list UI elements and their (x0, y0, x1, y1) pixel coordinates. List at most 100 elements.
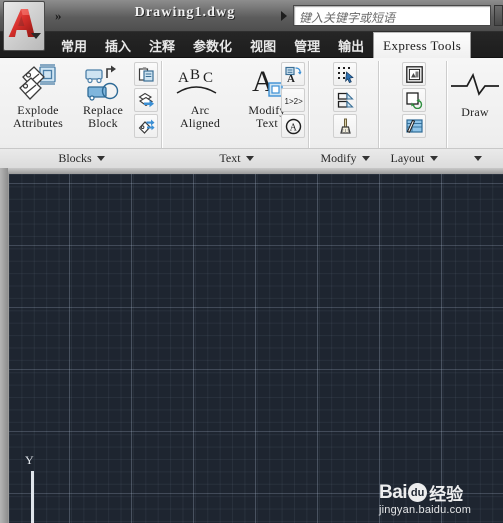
multiple-object-select-icon (337, 66, 354, 83)
baidu-jingyan-watermark: Bai du 经验 jingyan.baidu.com (379, 481, 499, 521)
title-bar: » Drawing1.dwg 键入关键字或短语 (0, 0, 503, 51)
ucs-y-axis-line (31, 471, 34, 523)
draw-break-line-button[interactable]: Draw (443, 64, 503, 119)
tab-express-tools[interactable]: Express Tools (373, 32, 472, 58)
panel-text: A B C Arc Aligned A Modify Text A 1>2> A… (163, 58, 310, 168)
tab-label: 插入 (105, 38, 132, 54)
chevron-down-icon (245, 156, 254, 161)
convert-to-mtext-button[interactable]: A (281, 62, 305, 86)
flatten-objects-icon (339, 118, 351, 134)
svg-text:A: A (289, 122, 297, 133)
break-line-symbol-icon (443, 64, 503, 106)
explode-attributes-button[interactable]: Explode Attributes (6, 62, 70, 130)
chevron-down-icon (96, 156, 105, 161)
panel-layout: Layout (380, 58, 448, 168)
tab-label: 注释 (149, 38, 176, 54)
export-attributes-button[interactable] (134, 88, 158, 112)
panel-label-text: Text (219, 151, 241, 165)
svg-text:B: B (190, 67, 200, 83)
flatten-objects-button[interactable] (333, 114, 357, 138)
button-label-line2: Aligned (179, 116, 221, 130)
tab-label: 视图 (250, 38, 277, 54)
tab-label: Express Tools (383, 37, 462, 53)
svg-text:C: C (203, 70, 213, 86)
panel-modify: Modify (310, 58, 380, 168)
baidu-paw-icon: du (408, 483, 428, 502)
align-space-viewport-button[interactable] (402, 62, 426, 86)
tab-output[interactable]: 输出 (329, 32, 373, 58)
tab-label: 管理 (294, 38, 321, 54)
watermark-suffix: 经验 (429, 485, 464, 504)
panel-draw: Draw (448, 58, 503, 168)
tab-insert[interactable]: 插入 (96, 32, 140, 58)
tab-label: 常用 (61, 38, 88, 54)
tab-view[interactable]: 视图 (241, 32, 285, 58)
grid-major-lines (9, 174, 503, 523)
tab-parametric[interactable]: 参数化 (184, 32, 241, 58)
extended-trim-button[interactable] (333, 88, 357, 112)
tab-label: 输出 (338, 38, 365, 54)
ucs-icon: Y (23, 453, 63, 523)
svg-text:A: A (287, 73, 295, 83)
text-small-button-column: A 1>2>3 A (281, 62, 305, 140)
search-input[interactable]: 键入关键字或短语 (293, 5, 491, 26)
arc-aligned-text-icon: A B C (168, 62, 232, 104)
panel-label-blocks[interactable]: Blocks (0, 148, 163, 168)
sync-viewports-button[interactable] (402, 88, 426, 112)
search-dropdown-button[interactable] (494, 5, 503, 26)
multiple-object-select-button[interactable] (333, 62, 357, 86)
blocks-small-button-column (134, 62, 158, 140)
panel-label-modify[interactable]: Modify (310, 148, 380, 168)
modify-small-button-column (333, 62, 357, 140)
panel-label-text: Modify (320, 151, 357, 165)
ribbon: Explode Attributes Replace Block Blocks … (0, 58, 503, 168)
svg-text:1>2>3: 1>2>3 (284, 97, 303, 106)
automatic-numbering-icon: 1>2>3 (284, 97, 303, 106)
chevron-down-icon (361, 156, 370, 161)
tab-label: 参数化 (193, 38, 233, 54)
enclose-text-icon: A (285, 118, 301, 134)
replace-block-icon (71, 62, 135, 104)
import-attributes-button[interactable] (134, 114, 158, 138)
canvas-left-gutter[interactable] (0, 168, 8, 523)
chevron-down-icon (474, 156, 482, 161)
title-dropdown-icon[interactable] (281, 11, 287, 21)
list-viewport-scale-button[interactable] (402, 114, 426, 138)
replace-block-button[interactable]: Replace Block (71, 62, 135, 130)
panel-label-text: Layout (390, 151, 425, 165)
tab-home[interactable]: 常用 (52, 32, 96, 58)
panel-label-draw[interactable] (448, 148, 503, 168)
enclose-text-button[interactable]: A (281, 114, 305, 138)
tab-annotate[interactable]: 注释 (140, 32, 184, 58)
panel-label-layout[interactable]: Layout (380, 148, 448, 168)
document-title: Drawing1.dwg (134, 5, 236, 20)
layout-small-button-column (402, 62, 426, 140)
copy-nested-objects-button[interactable] (134, 62, 158, 86)
svg-text:A: A (178, 70, 189, 86)
autocad-application-window: » Drawing1.dwg 键入关键字或短语 常用 插入 注释 参数化 视图 管理 输出 E… (0, 0, 503, 523)
watermark-brand: Bai (379, 481, 408, 503)
import-attributes-icon (138, 119, 155, 134)
align-space-viewport-icon (405, 65, 423, 83)
watermark-url: jingyan.baidu.com (379, 504, 472, 516)
application-menu-button[interactable] (3, 1, 45, 51)
chevron-down-icon (429, 156, 438, 161)
button-label-line1: Draw (461, 105, 489, 119)
quick-access-toolbar-overflow[interactable]: » (55, 8, 61, 24)
ucs-y-axis-label: Y (25, 453, 34, 467)
arc-aligned-text-button[interactable]: A B C Arc Aligned (168, 62, 232, 130)
application-menu-caret-icon (31, 33, 41, 39)
panel-blocks: Explode Attributes Replace Block Blocks (0, 58, 163, 168)
convert-to-mtext-icon: A (284, 66, 302, 83)
panel-label-text[interactable]: Text (163, 148, 310, 168)
explode-attributes-icon (6, 62, 70, 104)
automatic-numbering-button[interactable]: 1>2>3 (281, 88, 305, 112)
copy-nested-objects-icon (138, 66, 154, 82)
drawing-canvas[interactable]: Y Bai du 经验 jingyan.baidu.com (9, 174, 503, 523)
search-placeholder: 键入关键字或短语 (299, 11, 396, 25)
list-viewport-scale-icon (405, 118, 423, 133)
tab-manage[interactable]: 管理 (285, 32, 329, 58)
drawing-area-frame: Y Bai du 经验 jingyan.baidu.com (0, 168, 503, 523)
panel-label-text: Blocks (58, 151, 92, 165)
sync-viewports-icon (405, 91, 422, 109)
